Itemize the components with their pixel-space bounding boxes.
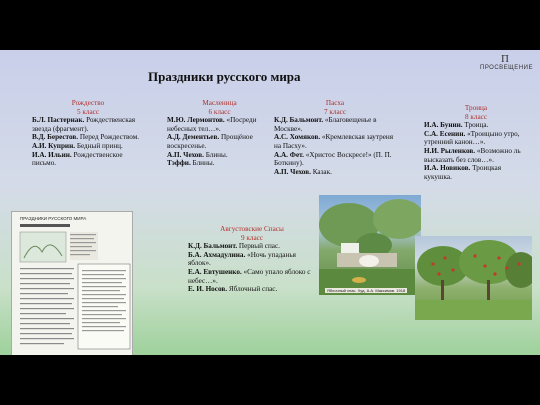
work-item: К.Д. Бальмонт. «Благовещенье в Москве». <box>274 116 396 133</box>
holiday-maslenitsa: Масленица 6 класс М.Ю. Лермонтов. «Посре… <box>167 99 272 168</box>
holiday-heading: Троица <box>464 104 488 112</box>
work-title: Блины. <box>205 150 228 159</box>
holiday-august-spas: Августовские Спасы 9 класс К.Д. Бальмонт… <box>188 225 316 294</box>
work-title: Перед Рождеством. <box>79 133 140 142</box>
orchard-drawing <box>415 240 532 320</box>
work-author: И.А. Бунин. <box>424 121 463 130</box>
holiday-grade: 8 класс <box>464 112 488 121</box>
textbook-page-image: ПРАЗДНИКИ РУССКОГО МИРА <box>11 211 133 355</box>
work-title: Блины. <box>192 159 215 168</box>
work-item: А.П. Чехов. Блины. <box>167 151 272 160</box>
painting-drawing <box>319 199 421 295</box>
work-item: Е. И. Носов. Яблочный спас. <box>188 285 316 294</box>
work-item: Е.А. Евтушенко. «Само упало яблоко с неб… <box>188 268 316 285</box>
work-item: И.А. Бунин. Троица. <box>424 121 528 130</box>
work-author: Б.Л. Пастернак. <box>32 116 85 125</box>
holiday-heading: Рождество <box>71 99 105 107</box>
work-author: И.А. Новиков. <box>424 164 471 173</box>
work-author: В.Д. Берестов. <box>32 133 79 142</box>
work-author: К.Д. Бальмонт. <box>274 116 324 125</box>
work-item: А.П. Чехов. Казак. <box>274 168 396 177</box>
holiday-trinity: Троица 8 класс И.А. Бунин. Троица. С.А. … <box>424 104 528 181</box>
work-title: Бедный принц. <box>76 141 123 150</box>
work-title: Троица. <box>464 121 489 130</box>
work-item: М.Ю. Лермонтов. «Посреди небесных тел…». <box>167 116 272 133</box>
work-author: Е.А. Евтушенко. <box>188 267 242 276</box>
work-item: Б.А. Ахмадулина. «Ночь упаданья яблок». <box>188 251 316 268</box>
work-author: Тэффи. <box>167 159 191 168</box>
holiday-grade: 5 класс <box>76 107 100 116</box>
work-author: И.А. Ильин. <box>32 150 72 159</box>
work-item: А.С. Хомяков. «Кремлевская заутреня на П… <box>274 133 396 150</box>
work-author: Н.И. Рыленков. <box>424 146 476 155</box>
holiday-heading: Пасха <box>325 99 345 107</box>
work-title: Казак. <box>312 167 332 176</box>
work-item: С.А. Есенин. «Троицыно утро, утренний ка… <box>424 130 528 147</box>
work-author: А.Д. Дементьев. <box>167 133 220 142</box>
holiday-heading: Масленица <box>202 99 237 107</box>
work-author: М.Ю. Лермонтов. <box>167 116 225 125</box>
work-author: А.П. Чехов. <box>274 167 311 176</box>
work-item: В.Д. Берестов. Перед Рождеством. <box>32 133 144 142</box>
slide-title: Праздники русского мира <box>148 69 301 84</box>
slide: Праздники русского мира П ПРОСВЕЩЕНИЕ Ро… <box>0 50 540 355</box>
holiday-christmas: Рождество 5 класс Б.Л. Пастернак. Рождес… <box>32 99 144 168</box>
painting-image: Яблочный спас. Худ. А.А. Максимов. 1918 <box>319 195 421 295</box>
logo-mark-icon: П <box>501 53 509 65</box>
textbook-page-drawing <box>19 224 131 350</box>
work-item: К.Д. Бальмонт. Первый спас. <box>188 242 316 251</box>
work-item: А.И. Куприн. Бедный принц. <box>32 142 144 151</box>
painting-caption: Яблочный спас. Худ. А.А. Максимов. 1918 <box>325 288 408 293</box>
holiday-easter: Пасха 7 класс К.Д. Бальмонт. «Благовещен… <box>274 99 396 176</box>
work-author: Б.А. Ахмадулина. <box>188 250 246 259</box>
work-author: А.С. Хомяков. <box>274 133 321 142</box>
work-item: А.А. Фет. «Христос Воскресе!» (П. П. Бот… <box>274 151 396 168</box>
holiday-heading: Августовские Спасы <box>220 225 284 233</box>
work-author: А.И. Куприн. <box>32 141 76 150</box>
work-author: Е. И. Носов. <box>188 285 228 294</box>
publisher-logo: П ПРОСВЕЩЕНИЕ <box>480 53 533 72</box>
work-author: С.А. Есенин. <box>424 129 466 138</box>
work-author: А.П. Чехов. <box>167 150 204 159</box>
work-author: А.А. Фет. <box>274 150 304 159</box>
work-author: К.Д. Бальмонт. <box>188 242 238 251</box>
holiday-grade: 9 класс <box>240 233 264 242</box>
work-item: И.А. Новиков. Троицкая кукушка. <box>424 164 528 181</box>
work-title: Яблочный спас. <box>228 285 278 294</box>
work-item: Б.Л. Пастернак. Рождественская звезда (ф… <box>32 116 144 133</box>
apple-orchard-image <box>415 236 532 320</box>
work-title: Первый спас. <box>238 242 280 251</box>
holiday-grade: 7 класс <box>323 107 347 116</box>
logo-text: ПРОСВЕЩЕНИЕ <box>480 65 533 71</box>
work-item: А.Д. Дементьев. Прощёное воскресенье. <box>167 133 272 150</box>
work-item: Н.И. Рыленков. «Возможно ль высказать бе… <box>424 147 528 164</box>
work-item: И.А. Ильин. Рождественское письмо. <box>32 151 144 168</box>
work-item: Тэффи. Блины. <box>167 159 272 168</box>
holiday-grade: 6 класс <box>208 107 231 116</box>
